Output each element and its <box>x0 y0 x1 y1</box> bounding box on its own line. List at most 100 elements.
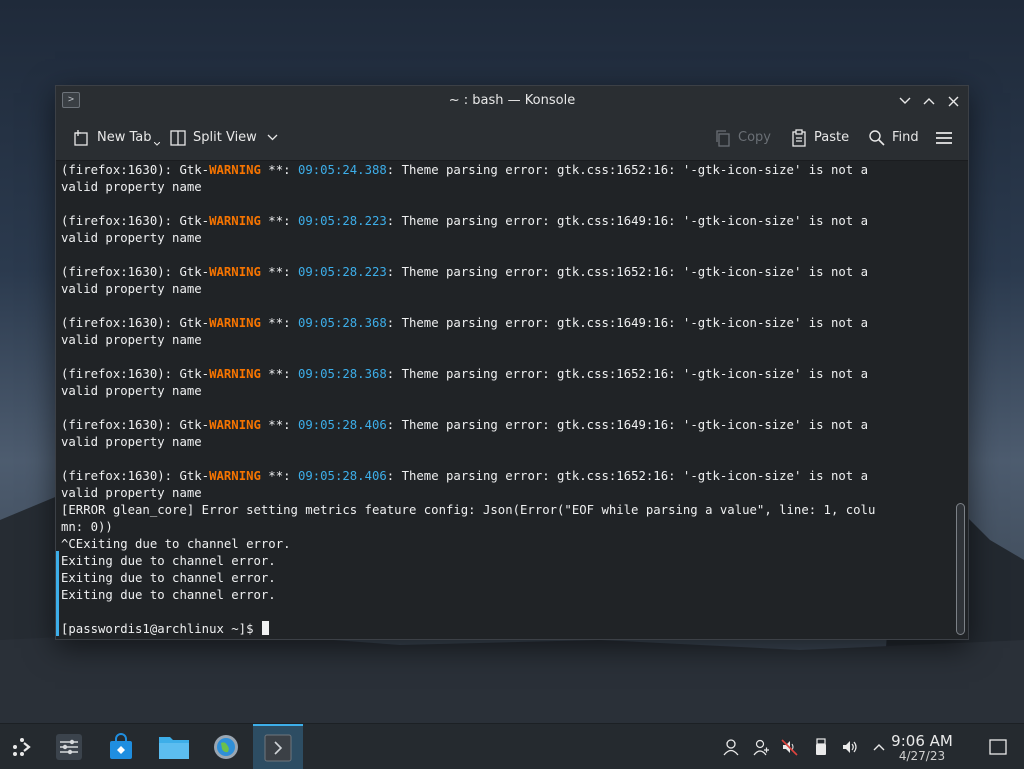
toolbar: New Tab Split View Copy Paste Find <box>56 115 968 161</box>
app-launcher-button[interactable] <box>4 724 40 769</box>
audio-muted-tray[interactable] <box>779 724 801 769</box>
log-message: Exiting due to channel error. <box>61 554 276 568</box>
new-tab-label: New Tab <box>97 130 152 145</box>
warning-label: WARNING <box>209 163 261 177</box>
timestamp: 09:05:28.223 <box>297 214 387 228</box>
warning-label: WARNING <box>209 316 261 330</box>
hamburger-menu-icon <box>936 131 952 144</box>
show-desktop-icon <box>989 738 1007 755</box>
log-prefix: (firefox:1630): Gtk- <box>61 163 210 177</box>
log-prefix: (firefox:1630): Gtk- <box>61 418 210 432</box>
file-manager-task[interactable] <box>152 724 196 769</box>
speaker-muted-icon <box>781 738 798 756</box>
copy-icon <box>716 129 730 147</box>
speaker-icon <box>843 740 857 753</box>
find-label: Find <box>892 130 919 145</box>
terminal-line: (firefox:1630): Gtk-WARNING **: 09:05:28… <box>61 213 868 230</box>
warning-label: WARNING <box>209 469 261 483</box>
terminal-line: (firefox:1630): Gtk-WARNING **: 09:05:28… <box>61 315 868 332</box>
log-prefix: (firefox:1630): Gtk- <box>61 265 210 279</box>
log-message: mn: 0)) <box>61 520 113 534</box>
log-message: : Theme parsing error: gtk.css:1649:16: … <box>386 418 868 432</box>
terminal-line: valid property name <box>61 434 202 451</box>
terminal-line: ^CExiting due to channel error. <box>61 536 291 553</box>
scrollbar-thumb[interactable] <box>956 503 965 635</box>
split-view-icon <box>170 129 186 146</box>
copy-button[interactable]: Copy <box>714 115 771 160</box>
terminal-line: valid property name <box>61 230 202 247</box>
log-message: : Theme parsing error: gtk.css:1652:16: … <box>386 367 868 381</box>
log-prefix: (firefox:1630): Gtk- <box>61 214 210 228</box>
close-button[interactable] <box>943 91 963 111</box>
globe-gear-icon <box>214 734 238 759</box>
maximize-button[interactable] <box>919 91 939 111</box>
terminal-output[interactable]: (firefox:1630): Gtk-WARNING **: 09:05:24… <box>56 161 968 639</box>
title-bar[interactable]: > ~ : bash — Konsole <box>56 86 968 115</box>
browser-task[interactable] <box>205 724 247 769</box>
log-continuation: valid property name <box>61 231 202 245</box>
log-continuation: valid property name <box>61 180 202 194</box>
user-icon <box>723 738 739 755</box>
terminal-line: valid property name <box>61 485 202 502</box>
new-tab-icon <box>74 129 88 146</box>
warning-label: WARNING <box>209 367 261 381</box>
log-stars: **: <box>260 367 298 381</box>
log-prefix: (firefox:1630): Gtk- <box>61 469 210 483</box>
log-stars: **: <box>260 316 298 330</box>
warning-label: WARNING <box>209 418 261 432</box>
terminal-line: Exiting due to channel error. <box>61 553 276 570</box>
terminal-line: (firefox:1630): Gtk-WARNING **: 09:05:24… <box>61 162 868 179</box>
log-message: ^CExiting due to channel error. <box>61 537 291 551</box>
show-desktop-button[interactable] <box>984 724 1012 769</box>
log-stars: **: <box>260 163 298 177</box>
timestamp: 09:05:28.368 <box>297 367 387 381</box>
konsole-window: > ~ : bash — Konsole New Tab Split View <box>55 85 969 640</box>
hamburger-menu-button[interactable] <box>935 115 953 160</box>
removable-devices-tray[interactable] <box>810 724 832 769</box>
volume-tray[interactable] <box>839 724 861 769</box>
terminal-scrollbar[interactable] <box>956 161 965 639</box>
clock-date: 4/27/23 <box>898 749 946 763</box>
log-stars: **: <box>260 214 298 228</box>
log-stars: **: <box>260 265 298 279</box>
paste-button[interactable]: Paste <box>790 115 849 160</box>
log-continuation: valid property name <box>61 333 202 347</box>
log-message: Exiting due to channel error. <box>61 571 276 585</box>
terminal-line: valid property name <box>61 281 202 298</box>
log-message: Exiting due to channel error. <box>61 588 276 602</box>
new-tab-button[interactable]: New Tab <box>73 115 160 160</box>
search-icon <box>869 129 885 146</box>
shell-prompt: [passwordis1@archlinux ~]$ <box>61 622 261 636</box>
log-prefix: (firefox:1630): Gtk- <box>61 316 210 330</box>
log-message: : Theme parsing error: gtk.css:1652:16: … <box>386 265 868 279</box>
chevron-down-icon <box>267 134 278 141</box>
warning-label: WARNING <box>209 265 261 279</box>
chevron-up-icon <box>923 98 935 105</box>
paste-label: Paste <box>814 130 850 145</box>
user-switch-tray[interactable] <box>720 724 742 769</box>
minimize-button[interactable] <box>895 91 915 111</box>
log-message: : Theme parsing error: gtk.css:1649:16: … <box>386 214 868 228</box>
timestamp: 09:05:24.388 <box>297 163 387 177</box>
log-continuation: valid property name <box>61 486 202 500</box>
find-button[interactable]: Find <box>868 115 919 160</box>
terminal-icon <box>264 734 292 761</box>
log-continuation: valid property name <box>61 435 202 449</box>
konsole-task[interactable] <box>253 724 303 769</box>
terminal-line: [ERROR glean_core] Error setting metrics… <box>61 502 875 519</box>
log-message: : Theme parsing error: gtk.css:1649:16: … <box>386 316 868 330</box>
chevron-down-icon <box>899 97 911 104</box>
log-prefix: (firefox:1630): Gtk- <box>61 367 210 381</box>
usb-drive-icon <box>816 737 826 755</box>
terminal-line: valid property name <box>61 383 202 400</box>
split-view-button[interactable]: Split View <box>169 115 278 160</box>
log-message: : Theme parsing error: gtk.css:1652:16: … <box>386 163 868 177</box>
terminal-line: valid property name <box>61 179 202 196</box>
system-settings-task[interactable] <box>48 724 90 769</box>
terminal-line: mn: 0)) <box>61 519 113 536</box>
terminal-line: (firefox:1630): Gtk-WARNING **: 09:05:28… <box>61 264 868 281</box>
folder-icon <box>159 736 189 759</box>
log-message: [ERROR glean_core] Error setting metrics… <box>61 503 876 517</box>
accessibility-tray[interactable] <box>750 724 772 769</box>
discover-store-task[interactable] <box>100 724 142 769</box>
